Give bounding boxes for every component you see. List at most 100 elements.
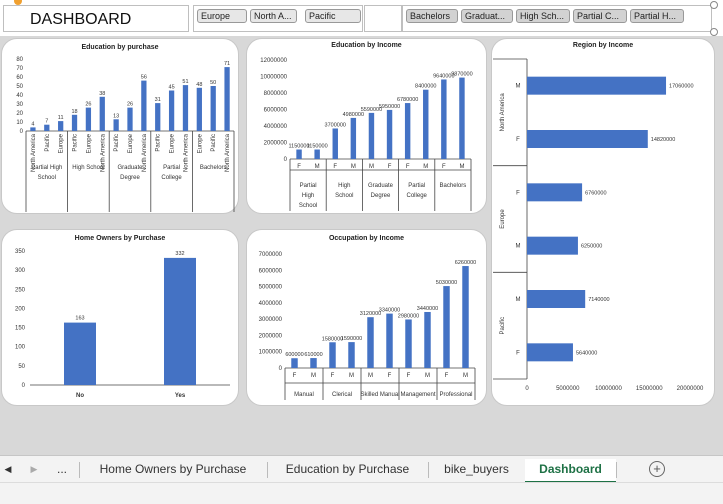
group-label: High (338, 183, 350, 189)
data-label: 5640000 (576, 350, 597, 356)
data-label: 6250000 (581, 244, 602, 250)
education-by-purchase-chart[interactable]: Education by purchase 0 10 20 30 40 50 60 70 80 4… (1, 38, 239, 214)
data-label: 1150000 (307, 144, 328, 150)
data-label: 11 (58, 115, 64, 121)
data-label: 3700000 (325, 122, 346, 128)
selection-handle-icon[interactable] (710, 28, 718, 36)
data-label: 2980000 (398, 313, 419, 319)
bar (182, 85, 189, 131)
y-tick-label: 7000000 (259, 252, 283, 258)
bar (141, 80, 147, 131)
group-label: Partial (408, 183, 425, 189)
education-slicer-item-bachelors[interactable]: Bachelors (406, 9, 458, 23)
category-label: F (406, 164, 410, 170)
bar (164, 257, 196, 385)
bar (386, 313, 393, 368)
group-label: Graduate (117, 165, 143, 171)
education-slicer-item-partial-college[interactable]: Partial C... (573, 9, 627, 23)
data-label: 5030000 (436, 280, 457, 286)
group-label: College (407, 193, 428, 199)
education-slicer-item-graduate[interactable]: Graduat... (461, 9, 513, 23)
y-tick-label: 80 (16, 57, 23, 63)
data-label: 48 (196, 82, 202, 88)
bar (527, 290, 586, 308)
education-slicer-item-partial-high-school[interactable]: Partial H... (630, 9, 684, 23)
category-label: F (445, 373, 449, 379)
bar (424, 311, 431, 368)
group-label: Professional (439, 392, 472, 398)
category-label: F (516, 190, 520, 196)
bar (404, 103, 411, 159)
y-tick-label: 4000000 (264, 124, 288, 130)
data-label: 9870000 (451, 72, 472, 78)
category-label: M (369, 164, 374, 170)
bar (85, 107, 92, 131)
tab-more-icon[interactable]: ... (52, 459, 72, 481)
category-label: North America (142, 133, 148, 172)
data-label: 3440000 (417, 306, 438, 312)
y-tick-label: 10000000 (260, 75, 287, 81)
tab-scroll-next-icon[interactable]: ▶ (28, 459, 40, 481)
home-owners-by-purchase-chart[interactable]: Home Owners by Purchase 0 50 100 150 200 250 3… (1, 229, 239, 406)
category-label: Pacific (211, 134, 217, 152)
category-label: Pacific (156, 134, 162, 152)
y-tick-label: 150 (15, 326, 26, 332)
group-label: High School (72, 165, 104, 171)
y-tick-label: 50 (18, 364, 25, 370)
data-label: 26 (85, 102, 91, 108)
category-label: F (333, 164, 337, 170)
bar (314, 149, 320, 159)
group-label: North America (500, 93, 506, 132)
category-label: M (516, 244, 521, 250)
x-tick-label: 20000000 (677, 386, 704, 392)
category-label: M (425, 373, 430, 379)
bar (71, 114, 78, 131)
tab-home-owners-by-purchase[interactable]: Home Owners by Purchase (80, 459, 266, 481)
dashboard-title-box[interactable]: DASHBOARD (3, 5, 189, 32)
add-sheet-icon[interactable]: + (649, 461, 665, 477)
bar (113, 119, 119, 131)
tab-education-by-purchase[interactable]: Education by Purchase (268, 459, 427, 481)
data-label: 56 (141, 75, 147, 81)
group-label: Degree (371, 193, 391, 199)
education-by-income-plot: 0 2000000 4000000 6000000 8000000 10000000 120… (260, 58, 473, 211)
data-label: 163 (75, 316, 84, 322)
group-label: Pacific (500, 317, 506, 335)
region-by-income-chart[interactable]: Region by Income 0 5000000 10000000 1500000… (491, 38, 715, 406)
bar (527, 130, 648, 148)
y-tick-label: 20 (16, 111, 23, 117)
bar (30, 127, 36, 131)
region-slicer-item-north-america[interactable]: North A... (250, 9, 297, 23)
group-label: Europe (500, 209, 506, 229)
data-label: 50 (210, 80, 216, 86)
dashboard-sheet: DASHBOARD Europe North A... Pacific Bach… (0, 0, 723, 455)
education-by-income-chart[interactable]: Education by Income 0 2000000 4000000 60000… (246, 38, 487, 214)
region-slicer-item-pacific[interactable]: Pacific (305, 9, 361, 23)
education-slicer: Bachelors Graduat... High Sch... Partial… (402, 5, 712, 32)
group-label: Partial (163, 165, 180, 171)
occupation-by-income-chart[interactable]: Occupation by Income 0 1000000 2000000 3000… (246, 229, 487, 406)
y-tick-label: 4000000 (259, 301, 283, 307)
tab-dashboard[interactable]: Dashboard (525, 459, 616, 483)
category-label: Yes (175, 393, 186, 399)
bar (127, 107, 133, 131)
bar (196, 87, 202, 131)
tab-scroll-prev-icon[interactable]: ◀ (2, 459, 14, 481)
selection-handle-icon[interactable] (710, 1, 718, 9)
tab-bike-buyers[interactable]: bike_buyers (429, 459, 524, 481)
y-tick-label: 50 (16, 84, 23, 90)
category-label: M (463, 373, 468, 379)
category-label: M (351, 164, 356, 170)
bar (527, 183, 583, 202)
y-tick-label: 2000000 (259, 333, 283, 339)
education-slicer-item-high-school[interactable]: High Sch... (516, 9, 570, 23)
bar (329, 342, 336, 368)
bar (58, 121, 64, 131)
category-label: Europe (128, 133, 134, 153)
x-tick-label: 0 (525, 386, 529, 392)
data-label: 8400000 (415, 84, 436, 90)
region-slicer-item-europe[interactable]: Europe (197, 9, 247, 23)
bar (168, 90, 175, 131)
bar (155, 103, 161, 131)
group-label: Partial High (31, 165, 62, 171)
